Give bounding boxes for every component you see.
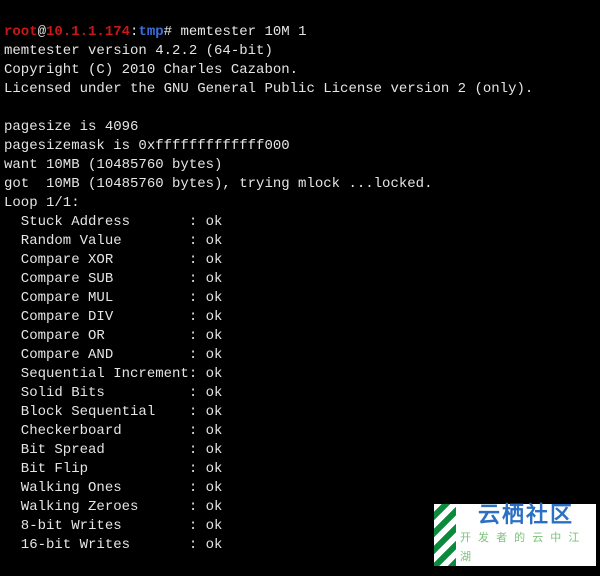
test-row: Block Sequential : ok — [4, 403, 596, 422]
test-row: Compare SUB : ok — [4, 270, 596, 289]
prompt-cwd: tmp — [138, 24, 163, 40]
loop-label: Loop 1/1: — [4, 195, 80, 211]
info-pagesize: pagesize is 4096 — [4, 119, 138, 135]
test-row: Stuck Address : ok — [4, 213, 596, 232]
test-row: Compare AND : ok — [4, 346, 596, 365]
test-row: Compare XOR : ok — [4, 251, 596, 270]
test-row: Bit Spread : ok — [4, 441, 596, 460]
prompt-hash: # — [164, 24, 181, 40]
test-row: Compare DIV : ok — [4, 308, 596, 327]
test-row: Solid Bits : ok — [4, 384, 596, 403]
prompt-line: root@10.1.1.174:tmp# memtester 10M 1 — [4, 24, 307, 40]
prompt-command: memtester 10M 1 — [180, 24, 306, 40]
test-row: Compare OR : ok — [4, 327, 596, 346]
watermark-title: 云栖社区 — [478, 504, 574, 526]
info-got: got 10MB (10485760 bytes), trying mlock … — [4, 176, 432, 192]
test-row: Walking Ones : ok — [4, 479, 596, 498]
test-row: Checkerboard : ok — [4, 422, 596, 441]
test-row: Compare MUL : ok — [4, 289, 596, 308]
header-version: memtester version 4.2.2 (64-bit) — [4, 43, 273, 59]
header-copyright: Copyright (C) 2010 Charles Cazabon. — [4, 62, 298, 78]
prompt-host: 10.1.1.174 — [46, 24, 130, 40]
watermark-stripes-icon — [434, 504, 456, 566]
terminal[interactable]: root@10.1.1.174:tmp# memtester 10M 1 mem… — [0, 0, 600, 576]
info-pagesizemask: pagesizemask is 0xfffffffffffff000 — [4, 138, 290, 154]
test-row: Bit Flip : ok — [4, 460, 596, 479]
watermark-subtitle: 开 发 者 的 云 中 江 湖 — [460, 529, 592, 567]
test-row: Random Value : ok — [4, 232, 596, 251]
prompt-user: root — [4, 24, 38, 40]
prompt-at: @ — [38, 24, 46, 40]
info-want: want 10MB (10485760 bytes) — [4, 157, 222, 173]
test-row: Sequential Increment: ok — [4, 365, 596, 384]
watermark: 云栖社区 开 发 者 的 云 中 江 湖 — [456, 504, 596, 566]
header-license: Licensed under the GNU General Public Li… — [4, 81, 533, 97]
